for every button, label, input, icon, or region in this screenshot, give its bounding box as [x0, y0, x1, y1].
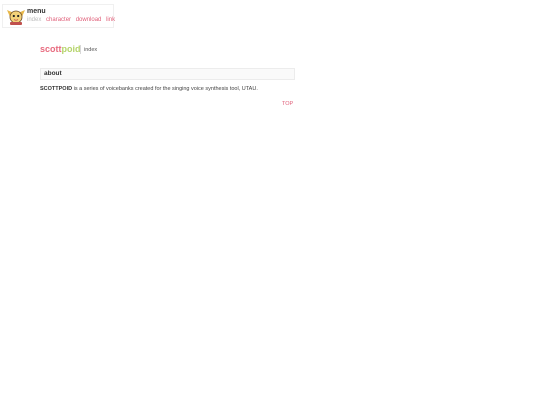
- about-paragraph: SCOTTPOID is a series of voicebanks crea…: [40, 86, 258, 92]
- menu-link-download[interactable]: download: [76, 17, 102, 23]
- logo-part-poid: poid: [61, 44, 81, 54]
- mascot-icon: [7, 10, 25, 25]
- menu-link-character[interactable]: character: [46, 17, 71, 23]
- menu-title: menu: [27, 8, 46, 15]
- page-title: index: [84, 47, 98, 53]
- menu-links: index character download link: [27, 17, 118, 23]
- site-logo[interactable]: scottpoid: [40, 44, 81, 54]
- about-section-heading: about: [40, 68, 295, 80]
- about-body-text: is a series of voicebanks created for th…: [72, 86, 258, 92]
- menu-link-link[interactable]: link: [106, 17, 115, 23]
- menu-link-index[interactable]: index: [27, 17, 41, 23]
- about-heading-text: about: [44, 70, 62, 77]
- header-divider: [80, 45, 81, 54]
- logo-part-scott: scott: [40, 44, 62, 54]
- about-brand: SCOTTPOID: [40, 86, 73, 92]
- back-to-top-link[interactable]: TOP: [282, 101, 293, 107]
- menu-panel: menu index character download link: [2, 4, 115, 28]
